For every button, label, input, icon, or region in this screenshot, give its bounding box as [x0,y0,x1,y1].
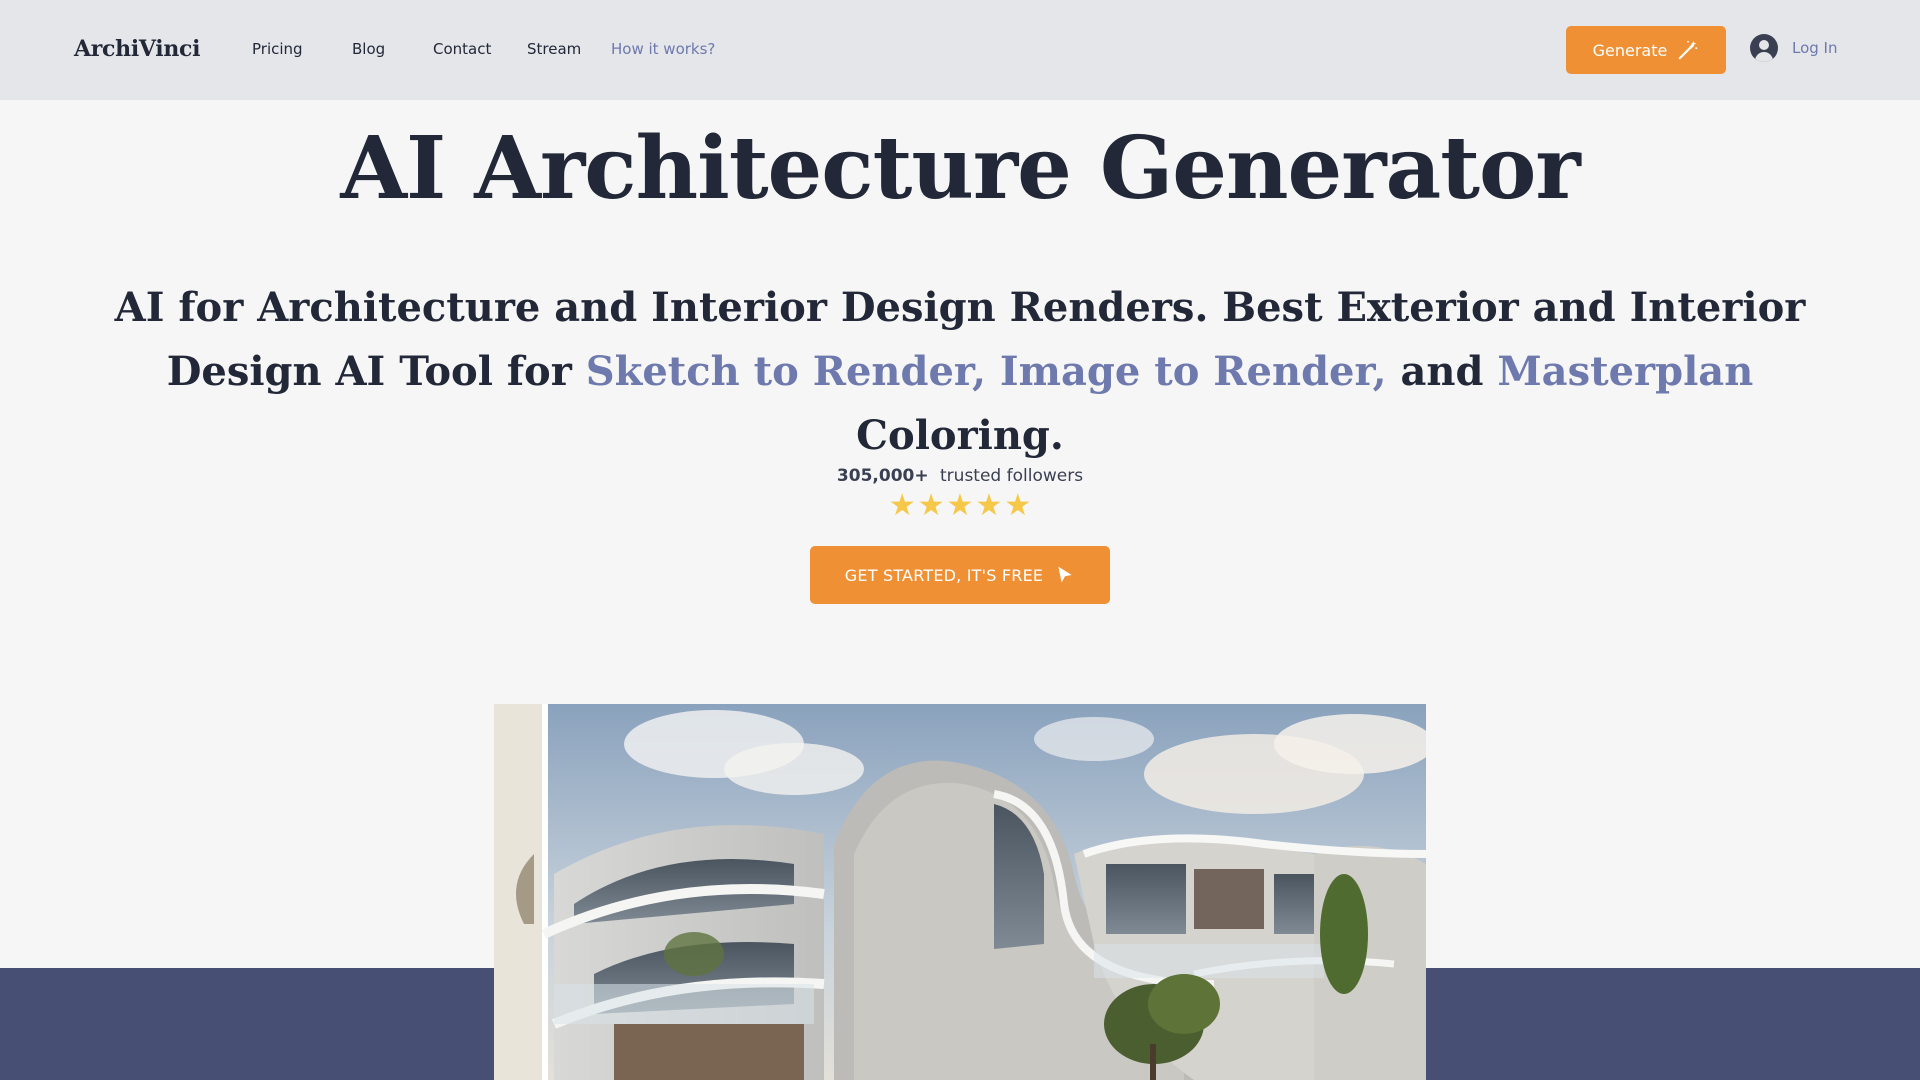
hero-subtitle: AI for Architecture and Interior Design … [100,276,1820,468]
subtitle-highlight-masterplan: Masterplan [1497,348,1754,395]
nav-link-pricing[interactable]: Pricing [252,40,303,58]
generate-button-label: Generate [1592,40,1668,60]
star-icon: ★ [946,488,974,523]
magic-wand-icon [1679,40,1698,60]
star-icon: ★ [975,488,1003,523]
subtitle-highlight-render: Sketch to Render, Image to Render, [585,348,1387,395]
star-icon: ★ [1004,488,1032,523]
render-image [494,704,1426,1080]
nav-link-how-it-works[interactable]: How it works? [611,40,715,58]
followers-count: 305,000+ [836,466,929,486]
star-icon: ★ [917,488,945,523]
rating-stars: ★ ★ ★ ★ ★ [0,490,1920,522]
subtitle-text-3: Coloring. [856,412,1064,459]
get-started-button[interactable]: GET STARTED, IT'S FREE [810,546,1110,604]
get-started-label: GET STARTED, IT'S FREE [844,565,1044,585]
generate-button[interactable]: Generate [1566,26,1726,74]
nav-link-contact[interactable]: Contact [433,40,491,58]
followers-stat: 305,000+ trusted followers [0,466,1920,486]
nav-link-stream[interactable]: Stream [527,40,581,58]
logo[interactable]: ArchiVinci [74,36,201,62]
cursor-arrow-icon [1058,566,1072,583]
subtitle-text-2: and [1386,348,1498,395]
nav-link-blog[interactable]: Blog [352,40,385,58]
page-title: AI Architecture Generator [340,118,1580,219]
top-navbar: ArchiVinci Pricing Blog Contact Stream H… [0,0,1920,100]
login-link[interactable]: Log In [1750,34,1838,62]
followers-label: trusted followers [940,466,1084,486]
architecture-render-preview[interactable] [494,704,1426,1080]
star-icon: ★ [888,488,916,523]
login-label: Log In [1792,39,1838,57]
user-avatar-icon [1750,34,1778,62]
